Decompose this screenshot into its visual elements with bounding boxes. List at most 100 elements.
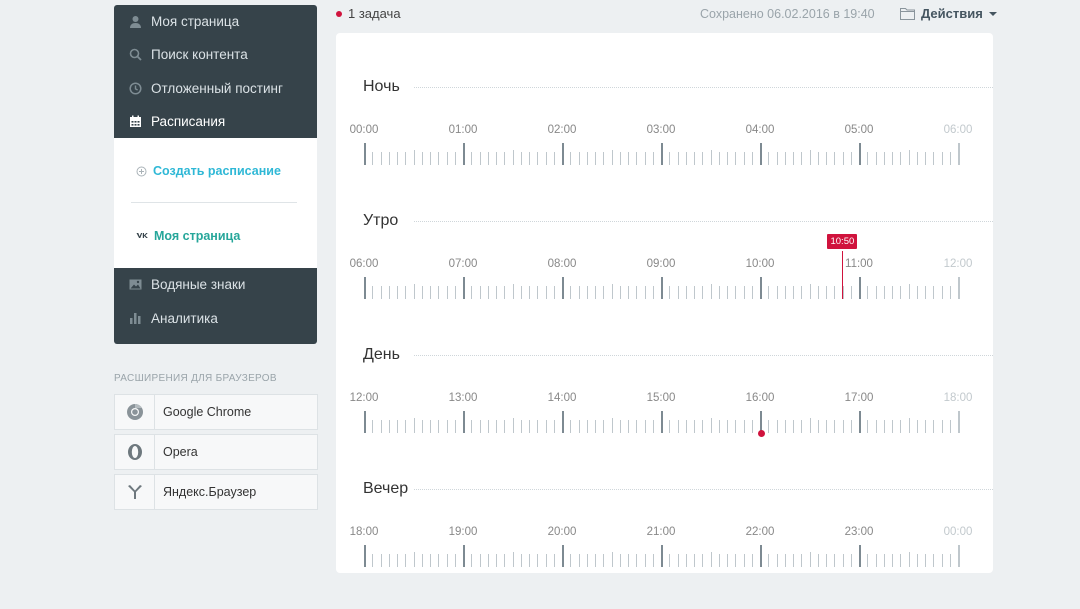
time-slot-tick[interactable]: [818, 152, 819, 165]
time-slot-tick[interactable]: [521, 420, 522, 433]
time-slot-tick[interactable]: [768, 420, 769, 433]
time-slot-tick[interactable]: [414, 284, 415, 299]
time-slot-tick[interactable]: [876, 286, 877, 299]
time-slot-tick[interactable]: [372, 286, 373, 299]
time-slot-tick[interactable]: [909, 284, 910, 299]
time-slot-tick[interactable]: [859, 411, 861, 433]
time-slot-tick[interactable]: [777, 152, 778, 165]
time-slot-tick[interactable]: [768, 286, 769, 299]
time-slot-tick[interactable]: [867, 420, 868, 433]
time-slot-tick[interactable]: [612, 552, 613, 567]
time-slot-tick[interactable]: [645, 286, 646, 299]
time-slot-tick[interactable]: [661, 545, 663, 567]
time-slot-tick[interactable]: [785, 152, 786, 165]
time-slot-tick[interactable]: [678, 286, 679, 299]
time-slot-tick[interactable]: [843, 420, 844, 433]
actions-dropdown[interactable]: Действия: [900, 6, 997, 21]
time-slot-tick[interactable]: [900, 420, 901, 433]
time-slot-tick[interactable]: [636, 420, 637, 433]
time-slot-tick[interactable]: [554, 152, 555, 165]
time-slot-tick[interactable]: [537, 152, 538, 165]
time-slot-tick[interactable]: [471, 420, 472, 433]
time-slot-tick[interactable]: [504, 286, 505, 299]
time-slot-tick[interactable]: [562, 545, 564, 567]
time-slot-tick[interactable]: [917, 286, 918, 299]
time-slot-tick[interactable]: [612, 150, 613, 165]
time-slot-tick[interactable]: [513, 552, 514, 567]
time-slot-tick[interactable]: [381, 286, 382, 299]
time-slot-tick[interactable]: [554, 286, 555, 299]
time-slot-tick[interactable]: [513, 418, 514, 433]
time-slot-tick[interactable]: [719, 152, 720, 165]
time-slot-tick[interactable]: [826, 286, 827, 299]
time-slot-tick[interactable]: [504, 152, 505, 165]
time-slot-tick[interactable]: [645, 420, 646, 433]
time-slot-tick[interactable]: [859, 143, 861, 165]
time-slot-tick[interactable]: [884, 286, 885, 299]
time-slot-tick[interactable]: [405, 286, 406, 299]
time-slot-tick[interactable]: [727, 152, 728, 165]
time-slot-tick[interactable]: [570, 152, 571, 165]
time-slot-tick[interactable]: [810, 418, 811, 433]
time-slot-tick[interactable]: [480, 420, 481, 433]
time-slot-tick[interactable]: [521, 286, 522, 299]
nav-schedules[interactable]: Расписания: [114, 105, 317, 138]
time-slot-tick[interactable]: [834, 152, 835, 165]
time-slot-tick[interactable]: [958, 143, 960, 165]
time-slot-tick[interactable]: [496, 152, 497, 165]
time-slot-tick[interactable]: [364, 411, 366, 433]
time-slot-tick[interactable]: [562, 143, 564, 165]
extension-chrome[interactable]: Google Chrome: [114, 394, 318, 430]
time-slot-tick[interactable]: [447, 152, 448, 165]
time-slot-tick[interactable]: [587, 420, 588, 433]
time-slot-tick[interactable]: [587, 286, 588, 299]
time-slot-tick[interactable]: [414, 418, 415, 433]
time-slot-tick[interactable]: [942, 420, 943, 433]
time-slot-tick[interactable]: [447, 420, 448, 433]
time-slot-tick[interactable]: [933, 420, 934, 433]
time-slot-tick[interactable]: [488, 420, 489, 433]
time-slot-tick[interactable]: [488, 152, 489, 165]
time-slot-tick[interactable]: [521, 152, 522, 165]
time-slot-tick[interactable]: [900, 286, 901, 299]
time-slot-tick[interactable]: [603, 286, 604, 299]
time-slot-tick[interactable]: [711, 552, 712, 567]
time-slot-tick[interactable]: [364, 277, 366, 299]
time-slot-tick[interactable]: [818, 286, 819, 299]
time-slot-tick[interactable]: [801, 152, 802, 165]
time-slot-tick[interactable]: [909, 418, 910, 433]
time-slot-tick[interactable]: [480, 286, 481, 299]
time-slot-tick[interactable]: [933, 152, 934, 165]
time-slot-tick[interactable]: [950, 286, 951, 299]
time-slot-tick[interactable]: [942, 286, 943, 299]
time-slot-tick[interactable]: [389, 420, 390, 433]
time-slot-tick[interactable]: [562, 411, 564, 433]
vk-my-page-link[interactable]: Моя страница: [136, 229, 240, 243]
time-slot-tick[interactable]: [397, 152, 398, 165]
time-slot-tick[interactable]: [917, 152, 918, 165]
time-slot-tick[interactable]: [620, 420, 621, 433]
time-slot-tick[interactable]: [422, 420, 423, 433]
time-slot-tick[interactable]: [389, 286, 390, 299]
time-slot-tick[interactable]: [463, 143, 465, 165]
time-slot-tick[interactable]: [438, 152, 439, 165]
time-slot-tick[interactable]: [612, 418, 613, 433]
time-slot-tick[interactable]: [859, 277, 861, 299]
time-slot-tick[interactable]: [488, 286, 489, 299]
time-slot-tick[interactable]: [587, 152, 588, 165]
extension-opera[interactable]: Opera: [114, 434, 318, 470]
time-slot-tick[interactable]: [876, 152, 877, 165]
time-slot-tick[interactable]: [884, 152, 885, 165]
time-slot-tick[interactable]: [958, 545, 960, 567]
time-slot-tick[interactable]: [372, 152, 373, 165]
time-slot-tick[interactable]: [381, 420, 382, 433]
time-slot-tick[interactable]: [793, 420, 794, 433]
time-slot-tick[interactable]: [892, 152, 893, 165]
time-slot-tick[interactable]: [595, 152, 596, 165]
time-slot-tick[interactable]: [636, 286, 637, 299]
time-slot-tick[interactable]: [793, 152, 794, 165]
time-slot-tick[interactable]: [785, 420, 786, 433]
time-slot-tick[interactable]: [909, 552, 910, 567]
time-slot-tick[interactable]: [744, 152, 745, 165]
time-slot-tick[interactable]: [529, 420, 530, 433]
